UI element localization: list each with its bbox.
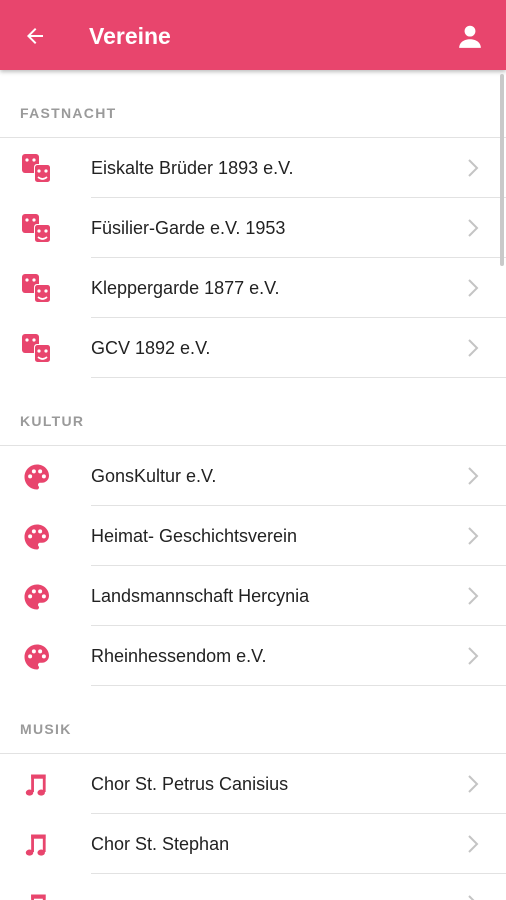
chevron-right-icon — [468, 775, 479, 793]
list-item-label: GCV 1892 e.V. — [91, 338, 211, 358]
list-item-label: Landsmannschaft Hercynia — [91, 586, 310, 606]
list-item[interactable]: Chor St. Stephan — [0, 814, 506, 874]
list-item-label: Chor St. Stephan — [91, 834, 230, 854]
profile-button[interactable] — [454, 20, 486, 52]
chevron-right-icon — [468, 467, 479, 485]
palette-icon — [20, 580, 54, 614]
list-item[interactable]: Eiskalte Brüder 1893 e.V. — [0, 138, 506, 198]
list-item-label: Rheinhessendom e.V. — [91, 646, 267, 666]
chevron-right-icon — [468, 219, 479, 237]
theater-masks-icon — [20, 272, 54, 306]
scrollbar[interactable] — [500, 74, 504, 266]
divider — [91, 685, 506, 686]
theater-masks-icon — [20, 332, 54, 366]
list-item-label: Eiskalte Brüder 1893 e.V. — [91, 158, 294, 178]
music-note-icon — [20, 888, 54, 900]
chevron-right-icon — [468, 835, 479, 853]
palette-icon — [20, 520, 54, 554]
chevron-right-icon — [468, 527, 479, 545]
list-item[interactable] — [0, 874, 506, 900]
list-item-label: Füsilier-Garde e.V. 1953 — [91, 218, 286, 238]
list-item[interactable]: Füsilier-Garde e.V. 1953 — [0, 198, 506, 258]
list-item-label: GonsKultur e.V. — [91, 466, 217, 486]
music-note-icon — [20, 768, 54, 802]
page-title: Vereine — [89, 23, 171, 49]
list-item-label: Chor St. Petrus Canisius — [91, 774, 289, 794]
section-header-musik: MUSIK — [0, 686, 506, 754]
list-item[interactable]: Landsmannschaft Hercynia — [0, 566, 506, 626]
palette-icon — [20, 640, 54, 674]
palette-icon — [20, 460, 54, 494]
chevron-right-icon — [468, 159, 479, 177]
list-item[interactable]: GCV 1892 e.V. — [0, 318, 506, 378]
list-item[interactable]: Kleppergarde 1877 e.V. — [0, 258, 506, 318]
list-item[interactable]: Chor St. Petrus Canisius — [0, 754, 506, 814]
list-item-label: Heimat- Geschichtsverein — [91, 526, 298, 546]
chevron-right-icon — [468, 279, 479, 297]
list-item[interactable]: GonsKultur e.V. — [0, 446, 506, 506]
divider — [91, 377, 506, 378]
person-icon — [459, 25, 481, 48]
section-header-fastnacht: FASTNACHT — [0, 70, 506, 138]
chevron-right-icon — [468, 587, 479, 605]
arrow-left-icon — [27, 28, 43, 44]
list-item[interactable]: Heimat- Geschichtsverein — [0, 506, 506, 566]
chevron-right-icon — [468, 895, 475, 900]
club-list: FASTNACHT Eiskalte Brüder 1893 e.V. Füsi… — [0, 70, 506, 900]
back-button[interactable] — [18, 20, 52, 52]
chevron-right-icon — [468, 647, 479, 665]
theater-masks-icon — [20, 212, 54, 246]
music-note-icon — [20, 828, 54, 862]
app-bar: Vereine — [0, 0, 506, 70]
list-item-label: Kleppergarde 1877 e.V. — [91, 278, 280, 298]
section-header-kultur: KULTUR — [0, 378, 506, 446]
theater-masks-icon — [20, 152, 54, 186]
chevron-right-icon — [468, 339, 479, 357]
list-item[interactable]: Rheinhessendom e.V. — [0, 626, 506, 686]
